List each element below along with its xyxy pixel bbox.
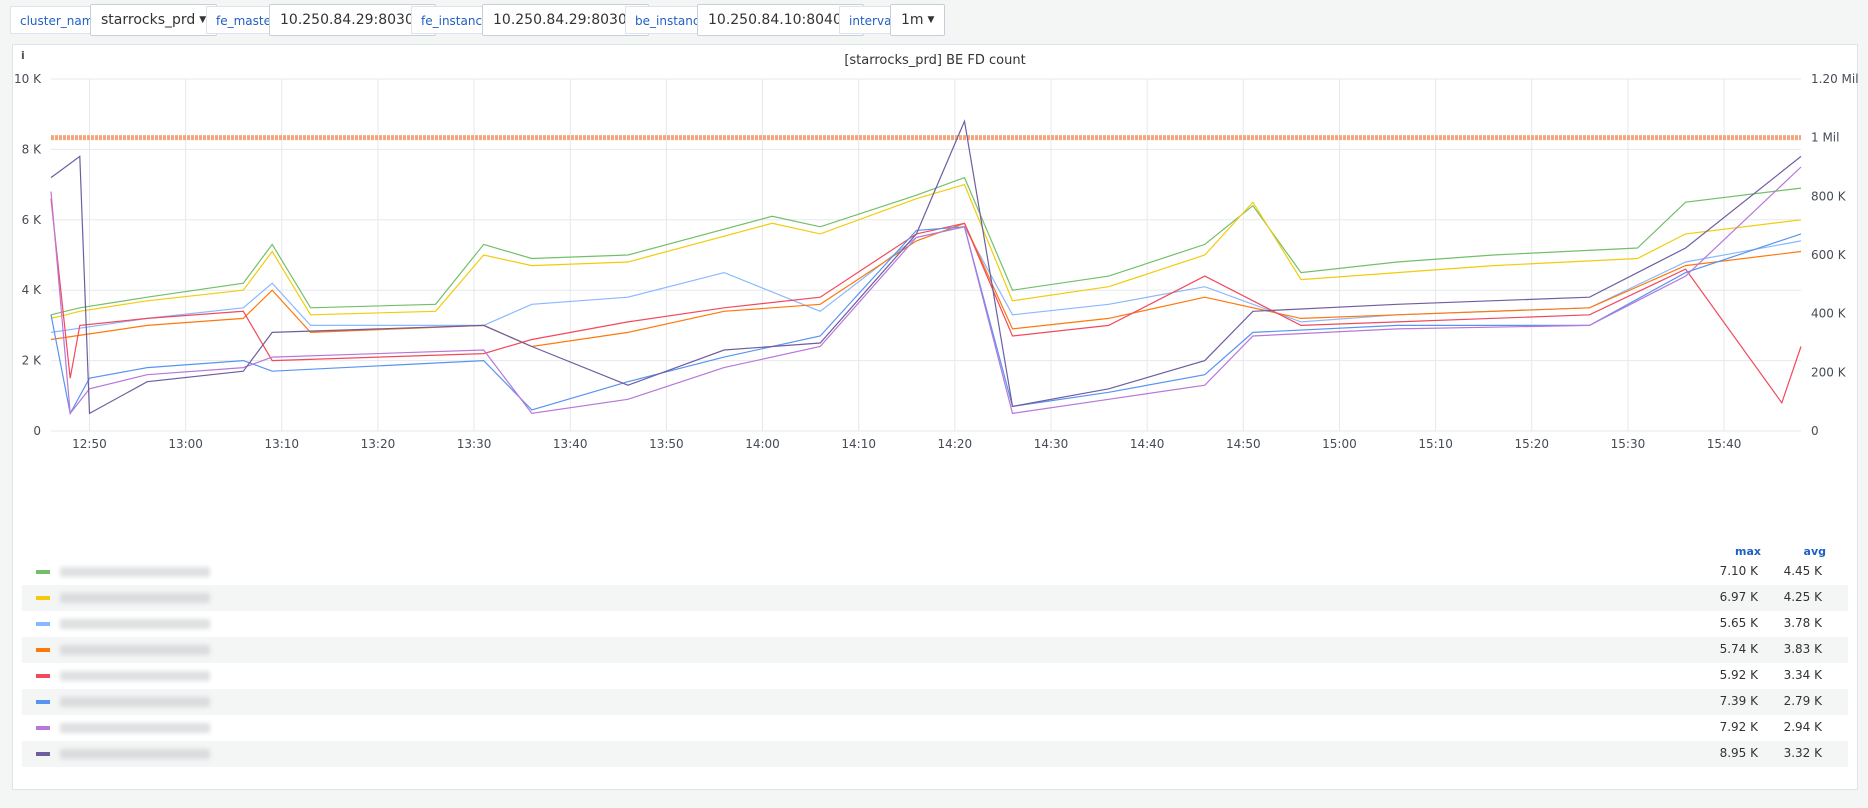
legend-max-value: 5.92 K [1719,668,1758,682]
x-tick-label: 14:50 [1226,437,1261,451]
variables-bar: cluster_name starrocks_prd ▼ fe_master 10… [0,0,1868,44]
legend-series-name-redacted[interactable] [60,593,210,603]
y-right-tick-label: 1 Mil [1811,131,1839,145]
x-tick-label: 13:20 [361,437,396,451]
y-right-tick-label: 0 [1811,424,1819,438]
y-left-tick-label: 6 K [22,213,42,227]
x-tick-label: 13:50 [649,437,684,451]
x-tick-label: 14:20 [938,437,973,451]
legend-row[interactable]: 6.97 K 4.25 K [22,585,1848,611]
x-tick-label: 15:30 [1611,437,1646,451]
fe-instance-value: 10.250.84.29:8030 [493,12,627,28]
legend-max-value: 7.10 K [1719,564,1758,578]
x-tick-label: 15:20 [1514,437,1549,451]
legend-row[interactable]: 5.92 K 3.34 K [22,663,1848,689]
legend-color-swatch[interactable] [36,752,50,756]
x-tick-label: 15:00 [1322,437,1357,451]
y-left-tick-label: 8 K [22,142,42,156]
legend-row[interactable]: 7.10 K 4.45 K [22,559,1848,585]
legend-row[interactable]: 7.92 K 2.94 K [22,715,1848,741]
legend-series-name-redacted[interactable] [60,723,210,733]
legend-series-name-redacted[interactable] [60,619,210,629]
legend-max-value: 8.95 K [1719,746,1758,760]
y-left-tick-label: 2 K [22,354,42,368]
legend-max-value: 7.92 K [1719,720,1758,734]
x-tick-label: 13:10 [264,437,299,451]
series-line-2[interactable] [50,183,1802,319]
legend-max-value: 6.97 K [1719,590,1758,604]
legend-color-swatch[interactable] [36,726,50,730]
x-tick-label: 14:30 [1034,437,1069,451]
interval-value: 1m [901,12,924,28]
cluster-name-dropdown[interactable]: starrocks_prd ▼ [90,4,218,36]
x-tick-label: 15:10 [1418,437,1453,451]
legend-max-value: 5.74 K [1719,642,1758,656]
legend-avg-value: 2.79 K [1783,694,1822,708]
x-tick-label: 14:00 [745,437,780,451]
x-tick-label: 14:10 [841,437,876,451]
be-instance-value: 10.250.84.10:8040 [708,12,842,28]
legend-color-swatch[interactable] [36,570,50,574]
legend-color-swatch[interactable] [36,674,50,678]
series-line-4[interactable] [50,222,1802,348]
legend-row[interactable]: 5.65 K 3.78 K [22,611,1848,637]
legend-series-name-redacted[interactable] [60,749,210,759]
cluster-name-value: starrocks_prd [101,12,196,28]
y-left-tick-label: 10 K [14,72,42,86]
y-left-tick-label: 4 K [22,283,42,297]
legend-row[interactable]: 5.74 K 3.83 K [22,637,1848,663]
legend-avg-value: 2.94 K [1783,720,1822,734]
x-tick-label: 15:40 [1707,437,1742,451]
legend-series-name-redacted[interactable] [60,567,210,577]
legend-avg-value: 3.83 K [1783,642,1822,656]
legend-header-max[interactable]: max [1735,545,1761,558]
y-right-tick-label: 800 K [1811,189,1847,203]
interval-dropdown[interactable]: 1m ▼ [890,4,946,36]
legend-avg-value: 4.25 K [1783,590,1822,604]
legend-header-avg[interactable]: avg [1804,545,1826,558]
series-line-1[interactable] [50,176,1802,316]
y-right-tick-label: 200 K [1811,365,1847,379]
legend-avg-value: 3.34 K [1783,668,1822,682]
legend-avg-value: 3.78 K [1783,616,1822,630]
y-right-tick-label: 400 K [1811,307,1847,321]
line-chart[interactable]: 0 2 K 4 K 6 K 8 K 10 K 0 200 K 400 K 600 K 800 K 1 … [13,45,1859,535]
legend-max-value: 5.65 K [1719,616,1758,630]
x-tick-label: 13:40 [553,437,588,451]
x-tick-label: 13:30 [457,437,492,451]
chart-panel: i [starrocks_prd] BE FD count 02 K4 K6 K… [12,44,1859,790]
legend-row[interactable]: 7.39 K 2.79 K [22,689,1848,715]
series-line-6[interactable] [50,226,1802,416]
y-right-tick-label: 600 K [1811,248,1847,262]
fe-instance-dropdown[interactable]: 10.250.84.29:8030▼ [482,4,649,36]
legend-color-swatch[interactable] [36,648,50,652]
y-right-tick-label: 1.20 Mil [1811,72,1859,86]
legend-row[interactable]: 8.95 K 3.32 K [22,741,1848,767]
legend-color-swatch[interactable] [36,700,50,704]
legend-avg-value: 3.32 K [1783,746,1822,760]
x-tick-label: 12:50 [72,437,107,451]
legend-avg-value: 4.45 K [1783,564,1822,578]
chevron-down-icon: ▼ [927,15,935,25]
legend-series-name-redacted[interactable] [60,671,210,681]
legend-color-swatch[interactable] [36,596,50,600]
y-left-tick-label: 0 [33,424,41,438]
fe-master-value: 10.250.84.29:8030 [280,12,414,28]
legend-max-value: 7.39 K [1719,694,1758,708]
x-tick-label: 13:00 [168,437,203,451]
legend-color-swatch[interactable] [36,622,50,626]
x-tick-label: 14:40 [1130,437,1165,451]
legend-series-name-redacted[interactable] [60,697,210,707]
legend-series-name-redacted[interactable] [60,645,210,655]
